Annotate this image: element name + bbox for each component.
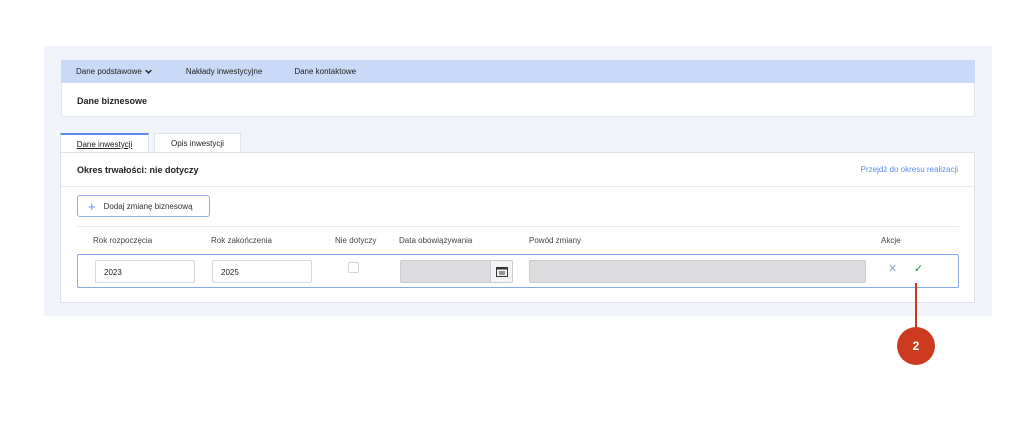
add-business-change-button[interactable]: + Dodaj zmianę biznesową (77, 195, 210, 217)
nav-item-label: Dane kontaktowe (294, 67, 357, 76)
tab-opis-inwestycji[interactable]: Opis inwestycji (154, 133, 241, 153)
header-actions: Akcje (881, 236, 901, 245)
nav-item-dane-kontaktowe[interactable]: Dane kontaktowe (278, 60, 372, 83)
section-title: Dane biznesowe (61, 83, 975, 117)
nav-item-naklady[interactable]: Nakłady inwestycyjne (170, 60, 278, 83)
end-year-input[interactable]: 2025 (212, 260, 312, 283)
card-header: Okres trwałości: nie dotyczy Przejdź do … (61, 153, 974, 187)
callout-line (915, 283, 917, 333)
screen: Dane podstawowe Nakłady inwestycyjne Dan… (0, 0, 1024, 437)
valid-date-input[interactable] (400, 260, 513, 283)
add-button-label: Dodaj zmianę biznesową (103, 201, 193, 211)
nav-item-label: Nakłady inwestycyjne (185, 67, 263, 76)
investment-card: Okres trwałości: nie dotyczy Przejdź do … (60, 152, 975, 303)
check-icon[interactable]: ✓ (914, 262, 923, 275)
tab-label: Opis inwestycji (171, 139, 224, 148)
table-header: Rok rozpoczęcia Rok zakończenia Nie doty… (77, 226, 959, 254)
tab-label: Dane inwestycji (76, 139, 133, 149)
callout-badge: 2 (897, 327, 935, 365)
chevron-down-icon (145, 69, 152, 74)
top-nav: Dane podstawowe Nakłady inwestycyjne Dan… (61, 60, 975, 83)
not-applicable-checkbox[interactable] (348, 262, 359, 273)
plus-icon: + (88, 198, 96, 214)
close-icon[interactable]: ✕ (888, 262, 897, 275)
nav-item-dane-podstawowe[interactable]: Dane podstawowe (61, 60, 170, 83)
card-title: Okres trwałości: nie dotyczy (77, 165, 199, 175)
header-end-year: Rok zakończenia (211, 236, 272, 245)
calendar-icon (495, 266, 508, 277)
start-year-input[interactable]: 2023 (95, 260, 195, 283)
go-to-realization-link[interactable]: Przejdź do okresu realizacji (861, 165, 958, 174)
calendar-button[interactable] (490, 261, 512, 282)
nav-item-label: Dane podstawowe (76, 67, 142, 76)
header-start-year: Rok rozpoczęcia (93, 236, 153, 245)
header-reason: Powód zmiany (529, 236, 582, 245)
tab-dane-inwestycji[interactable]: Dane inwestycji (60, 133, 149, 153)
header-not-applicable: Nie dotyczy (335, 236, 377, 245)
tab-bar: Dane inwestycji Opis inwestycji (60, 133, 241, 153)
table-row: 2023 2025 ✕ ✓ (77, 254, 959, 288)
reason-input[interactable] (529, 260, 866, 283)
header-valid-date: Data obowiązywania (399, 236, 473, 245)
